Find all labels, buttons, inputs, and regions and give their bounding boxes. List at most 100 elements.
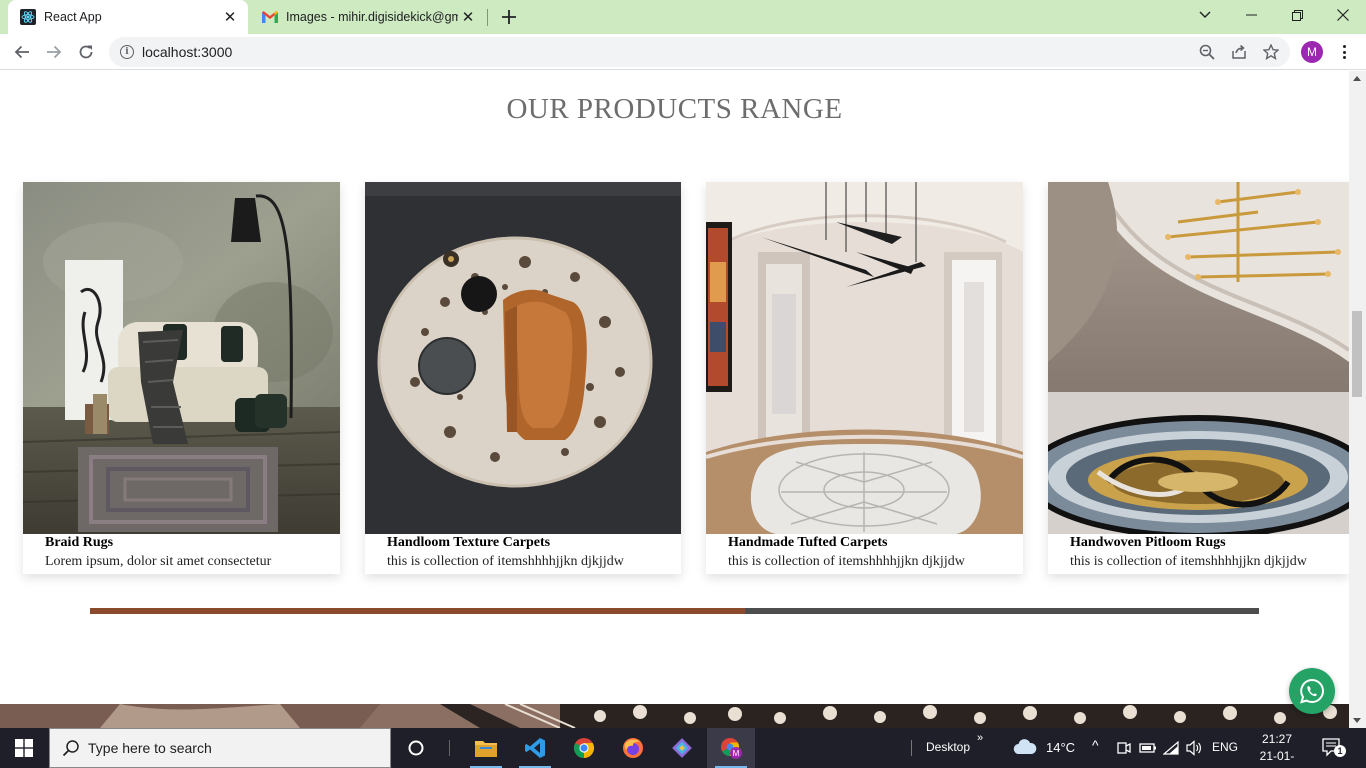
restore-icon	[1291, 9, 1303, 21]
product-name: Handwoven Pitloom Rugs	[1070, 535, 1226, 550]
browser-menu-icon[interactable]	[1334, 41, 1354, 63]
close-tab-icon[interactable]: ✕	[220, 7, 240, 27]
windows-taskbar: Type here to search M Desktop » 14°C ^ E…	[0, 728, 1366, 768]
close-tab-icon[interactable]: ✕	[458, 7, 478, 27]
taskbar-chrome-profile[interactable]: M	[707, 728, 755, 768]
product-image-handwoven-pitloom-rugs	[1048, 182, 1349, 534]
arrow-right-icon	[47, 45, 62, 59]
back-button[interactable]	[8, 38, 36, 66]
taskbar-git-app[interactable]	[658, 728, 706, 768]
chevron-down-icon	[1199, 11, 1211, 18]
wifi-icon[interactable]	[1162, 740, 1179, 761]
product-card[interactable]: Handloom Texture Carpets this is collect…	[365, 182, 681, 574]
weather-cloud-icon[interactable]	[1013, 739, 1037, 760]
site-info-icon[interactable]: i	[120, 45, 134, 59]
product-card[interactable]: Handwoven Pitloom Rugs this is collectio…	[1048, 182, 1349, 574]
folder-icon	[475, 741, 497, 757]
tab-react-app[interactable]: React App ✕	[8, 0, 248, 34]
new-tab-button[interactable]	[498, 6, 520, 28]
meet-now-icon[interactable]	[1117, 740, 1131, 761]
search-icon	[62, 740, 79, 757]
vscode-icon	[525, 738, 545, 758]
browser-tab-strip: React App ✕ Images - mihir.digisidekick@…	[0, 0, 1366, 34]
svg-text:M: M	[733, 749, 740, 758]
browser-toolbar: i localhost:3000 M	[0, 34, 1366, 70]
firefox-icon	[623, 738, 643, 758]
taskbar-firefox[interactable]	[609, 728, 657, 768]
reload-icon	[79, 45, 93, 59]
search-placeholder: Type here to search	[88, 740, 212, 756]
product-description: this is collection of itemshhhhjjkn djkj…	[1070, 554, 1307, 569]
battery-icon[interactable]	[1139, 741, 1157, 760]
toolbar-expand-icon[interactable]: »	[977, 732, 983, 744]
cortana-circle-icon	[408, 740, 424, 756]
arrow-left-icon	[14, 45, 29, 59]
start-button[interactable]	[0, 728, 48, 768]
react-logo-icon	[20, 9, 36, 25]
close-icon	[1337, 9, 1349, 21]
desktop-toolbar-label[interactable]: Desktop	[926, 740, 970, 754]
show-hidden-icons-chevron-icon[interactable]: ^	[1092, 737, 1099, 753]
notification-center-icon[interactable]: 1	[1322, 738, 1346, 763]
share-icon[interactable]	[1230, 43, 1248, 61]
git-icon	[672, 738, 692, 758]
product-description: this is collection of itemshhhhjjkn djkj…	[728, 554, 965, 569]
product-name: Handmade Tufted Carpets	[728, 535, 888, 550]
next-section-image	[0, 704, 1349, 728]
close-window-button[interactable]	[1320, 0, 1366, 30]
minimize-button[interactable]	[1228, 0, 1274, 30]
tab-divider	[487, 9, 488, 26]
taskbar-clock[interactable]: 21:27 21-01-2022	[1250, 731, 1304, 768]
taskbar-vscode[interactable]	[511, 728, 559, 768]
profile-avatar[interactable]: M	[1301, 41, 1323, 63]
product-card[interactable]: Braid Rugs Lorem ipsum, dolor sit amet c…	[23, 182, 340, 574]
windows-logo-icon	[15, 739, 33, 757]
minimize-icon	[1245, 14, 1257, 16]
address-bar[interactable]: i localhost:3000	[109, 37, 1290, 67]
page-scrollbar[interactable]	[1349, 71, 1366, 728]
product-image-handloom-texture-carpets	[365, 182, 681, 534]
weather-temperature[interactable]: 14°C	[1046, 740, 1075, 755]
whatsapp-icon	[1300, 678, 1324, 704]
product-card[interactable]: Handmade Tufted Carpets this is collecti…	[706, 182, 1023, 574]
input-language[interactable]: ENG	[1212, 740, 1238, 754]
taskbar-divider	[911, 740, 912, 756]
tab-search-button[interactable]	[1182, 0, 1228, 30]
product-name: Handloom Texture Carpets	[387, 535, 551, 550]
product-description: this is collection of itemshhhhjjkn djkj…	[387, 554, 624, 569]
product-image-handmade-tufted-carpets	[706, 182, 1023, 534]
taskbar-chrome[interactable]	[560, 728, 608, 768]
chrome-icon	[573, 738, 595, 759]
taskbar-search-box[interactable]: Type here to search	[49, 728, 391, 768]
notification-count-badge: 1	[1334, 745, 1346, 757]
scroll-down-arrow-icon[interactable]	[1353, 718, 1361, 723]
restore-button[interactable]	[1274, 0, 1320, 30]
clock-time: 21:27	[1261, 732, 1293, 746]
volume-icon[interactable]	[1186, 740, 1204, 761]
tab-title: Images - mihir.digisidekick@gmai	[286, 10, 458, 24]
gmail-icon	[262, 9, 278, 25]
taskbar-file-explorer[interactable]	[462, 728, 510, 768]
chrome-profile-icon: M	[721, 738, 742, 759]
whatsapp-chat-button[interactable]	[1289, 668, 1335, 714]
carousel-progress-fill	[90, 608, 745, 614]
task-view-divider	[440, 728, 458, 768]
clock-date: 21-01-2022	[1259, 749, 1295, 768]
plus-icon	[502, 10, 516, 24]
tab-gmail-images[interactable]: Images - mihir.digisidekick@gmai ✕	[250, 0, 486, 34]
zoom-icon[interactable]	[1198, 43, 1216, 61]
tab-title: React App	[44, 10, 102, 24]
scroll-up-arrow-icon[interactable]	[1353, 76, 1361, 81]
url-text: localhost:3000	[142, 44, 233, 60]
carousel-progress-bar[interactable]	[90, 608, 1259, 614]
product-description: Lorem ipsum, dolor sit amet consectetur	[45, 554, 272, 569]
forward-button[interactable]	[40, 38, 68, 66]
product-name: Braid Rugs	[45, 535, 114, 550]
page-viewport: OUR PRODUCTS RANGE Braid Rugs Lorem ipsu…	[0, 71, 1366, 728]
bookmark-star-icon[interactable]	[1262, 43, 1280, 61]
cortana-button[interactable]	[392, 728, 440, 768]
product-image-braid-rugs	[23, 182, 340, 534]
section-title: OUR PRODUCTS RANGE	[506, 93, 843, 125]
reload-button[interactable]	[72, 38, 100, 66]
scrollbar-thumb[interactable]	[1352, 311, 1362, 397]
